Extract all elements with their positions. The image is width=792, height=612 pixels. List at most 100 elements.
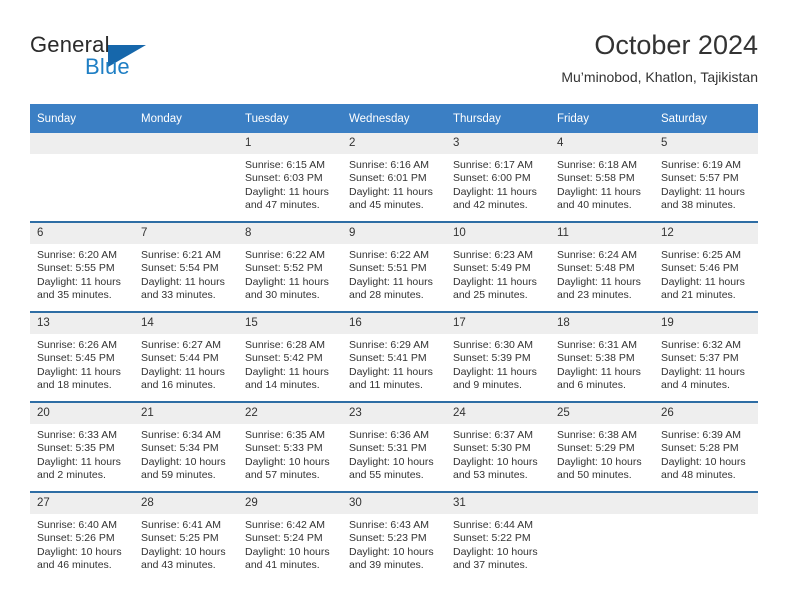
day-details: Sunrise: 6:17 AM Sunset: 6:00 PM Daylight:… [446,154,550,213]
day-cell[interactable]: 2 Sunrise: 6:16 AM Sunset: 6:01 PM Daylight… [342,133,446,222]
day-cell[interactable]: 30 Sunrise: 6:43 AM Sunset: 5:23 PM Dayligh… [342,491,446,581]
day-cell[interactable]: 23 Sunrise: 6:36 AM Sunset: 5:31 PM Dayligh… [342,401,446,492]
sunset-text: Sunset: 5:57 PM [661,172,739,185]
calendar-page: General Blue October 2024 Mu’minobod, Kh… [0,0,792,612]
sunrise-text: Sunrise: 6:36 AM [349,429,429,441]
sunrise-text: Sunrise: 6:27 AM [141,339,221,351]
day-details: Sunrise: 6:41 AM Sunset: 5:25 PM Daylight:… [134,514,238,573]
day-cell[interactable]: 1 Sunrise: 6:15 AM Sunset: 6:03 PM Daylight… [238,133,342,222]
day-cell[interactable]: 21 Sunrise: 6:34 AM Sunset: 5:34 PM Dayligh… [134,401,238,492]
day-cell[interactable]: 28 Sunrise: 6:41 AM Sunset: 5:25 PM Dayligh… [134,491,238,581]
sunrise-text: Sunrise: 6:42 AM [245,519,325,531]
sunset-text: Sunset: 5:46 PM [661,262,739,275]
day-number: 31 [446,493,550,514]
daylight-text-line1: Daylight: 10 hours [245,455,330,468]
sunrise-text: Sunrise: 6:41 AM [141,519,221,531]
day-cell[interactable]: 26 Sunrise: 6:39 AM Sunset: 5:28 PM Dayligh… [654,401,758,492]
day-details: Sunrise: 6:29 AM Sunset: 5:41 PM Daylight:… [342,334,446,393]
sunset-text: Sunset: 5:31 PM [349,442,427,455]
sunset-text: Sunset: 5:33 PM [245,442,323,455]
day-cell[interactable]: 19 Sunrise: 6:32 AM Sunset: 5:37 PM Dayligh… [654,311,758,402]
general-blue-logo[interactable]: General Blue [30,32,210,88]
daylight-text-line2: and 53 minutes. [453,469,528,482]
day-cell[interactable] [550,491,654,581]
day-number: 15 [238,313,342,334]
page-subtitle: Mu’minobod, Khatlon, Tajikistan [561,69,758,85]
day-cell[interactable]: 16 Sunrise: 6:29 AM Sunset: 5:41 PM Dayligh… [342,311,446,402]
day-cell[interactable]: 20 Sunrise: 6:33 AM Sunset: 5:35 PM Dayligh… [30,401,134,492]
weekday-header-saturday: Saturday [654,104,758,133]
day-number [134,133,238,154]
daylight-text-line2: and 23 minutes. [557,289,632,302]
weekday-header-wednesday: Wednesday [342,104,446,133]
day-cell[interactable] [654,491,758,581]
day-number [550,493,654,514]
day-cell[interactable]: 22 Sunrise: 6:35 AM Sunset: 5:33 PM Dayligh… [238,401,342,492]
sunset-text: Sunset: 5:41 PM [349,352,427,365]
calendar-week-row: 20 Sunrise: 6:33 AM Sunset: 5:35 PM Dayligh… [30,401,758,492]
sunset-text: Sunset: 5:44 PM [141,352,219,365]
sunset-text: Sunset: 6:01 PM [349,172,427,185]
daylight-text-line2: and 25 minutes. [453,289,528,302]
daylight-text-line1: Daylight: 11 hours [453,185,537,198]
day-details: Sunrise: 6:38 AM Sunset: 5:29 PM Daylight:… [550,424,654,483]
sunrise-text: Sunrise: 6:21 AM [141,249,221,261]
daylight-text-line1: Daylight: 11 hours [141,275,225,288]
logo-text-blue: Blue [85,54,130,79]
day-cell[interactable]: 15 Sunrise: 6:28 AM Sunset: 5:42 PM Dayligh… [238,311,342,402]
daylight-text-line1: Daylight: 11 hours [661,365,745,378]
sunset-text: Sunset: 5:29 PM [557,442,635,455]
sunrise-text: Sunrise: 6:40 AM [37,519,117,531]
daylight-text-line1: Daylight: 10 hours [557,455,642,468]
daylight-text-line2: and 2 minutes. [37,469,106,482]
sunset-text: Sunset: 5:55 PM [37,262,115,275]
day-cell[interactable]: 3 Sunrise: 6:17 AM Sunset: 6:00 PM Daylight… [446,133,550,222]
day-cell[interactable]: 11 Sunrise: 6:24 AM Sunset: 5:48 PM Dayligh… [550,221,654,312]
daylight-text-line2: and 9 minutes. [453,379,522,392]
day-number: 19 [654,313,758,334]
day-cell[interactable]: 27 Sunrise: 6:40 AM Sunset: 5:26 PM Dayligh… [30,491,134,581]
day-cell[interactable] [30,133,134,222]
day-cell[interactable]: 14 Sunrise: 6:27 AM Sunset: 5:44 PM Dayligh… [134,311,238,402]
daylight-text-line2: and 38 minutes. [661,199,736,212]
day-details: Sunrise: 6:26 AM Sunset: 5:45 PM Daylight:… [30,334,134,393]
daylight-text-line2: and 50 minutes. [557,469,632,482]
day-details: Sunrise: 6:18 AM Sunset: 5:58 PM Daylight:… [550,154,654,213]
sunset-text: Sunset: 5:30 PM [453,442,531,455]
daylight-text-line1: Daylight: 10 hours [349,455,434,468]
day-number: 29 [238,493,342,514]
day-details: Sunrise: 6:20 AM Sunset: 5:55 PM Daylight:… [30,244,134,303]
daylight-text-line2: and 42 minutes. [453,199,528,212]
day-cell[interactable]: 25 Sunrise: 6:38 AM Sunset: 5:29 PM Dayligh… [550,401,654,492]
day-cell[interactable]: 29 Sunrise: 6:42 AM Sunset: 5:24 PM Dayligh… [238,491,342,581]
daylight-text-line2: and 48 minutes. [661,469,736,482]
day-cell[interactable]: 17 Sunrise: 6:30 AM Sunset: 5:39 PM Dayligh… [446,311,550,402]
day-number: 18 [550,313,654,334]
day-cell[interactable]: 24 Sunrise: 6:37 AM Sunset: 5:30 PM Dayligh… [446,401,550,492]
day-cell[interactable]: 5 Sunrise: 6:19 AM Sunset: 5:57 PM Daylight… [654,133,758,222]
sunrise-text: Sunrise: 6:18 AM [557,159,637,171]
day-cell[interactable]: 31 Sunrise: 6:44 AM Sunset: 5:22 PM Dayligh… [446,491,550,581]
day-cell[interactable]: 12 Sunrise: 6:25 AM Sunset: 5:46 PM Dayligh… [654,221,758,312]
day-cell[interactable] [134,133,238,222]
calendar-week-row: 1 Sunrise: 6:15 AM Sunset: 6:03 PM Daylight… [30,133,758,222]
day-cell[interactable]: 10 Sunrise: 6:23 AM Sunset: 5:49 PM Dayligh… [446,221,550,312]
daylight-text-line1: Daylight: 10 hours [141,455,226,468]
day-cell[interactable]: 8 Sunrise: 6:22 AM Sunset: 5:52 PM Daylight… [238,221,342,312]
calendar-body: 1 Sunrise: 6:15 AM Sunset: 6:03 PM Daylight… [30,133,758,581]
day-cell[interactable]: 6 Sunrise: 6:20 AM Sunset: 5:55 PM Daylight… [30,221,134,312]
daylight-text-line1: Daylight: 11 hours [557,365,641,378]
day-details: Sunrise: 6:37 AM Sunset: 5:30 PM Daylight:… [446,424,550,483]
day-cell[interactable]: 13 Sunrise: 6:26 AM Sunset: 5:45 PM Dayligh… [30,311,134,402]
day-number: 22 [238,403,342,424]
day-cell[interactable]: 18 Sunrise: 6:31 AM Sunset: 5:38 PM Dayligh… [550,311,654,402]
daylight-text-line1: Daylight: 11 hours [245,275,329,288]
day-cell[interactable]: 7 Sunrise: 6:21 AM Sunset: 5:54 PM Daylight… [134,221,238,312]
sunset-text: Sunset: 5:38 PM [557,352,635,365]
sunrise-text: Sunrise: 6:19 AM [661,159,741,171]
day-details: Sunrise: 6:19 AM Sunset: 5:57 PM Daylight:… [654,154,758,213]
day-number: 20 [30,403,134,424]
sunset-text: Sunset: 5:39 PM [453,352,531,365]
day-cell[interactable]: 4 Sunrise: 6:18 AM Sunset: 5:58 PM Daylight… [550,133,654,222]
day-cell[interactable]: 9 Sunrise: 6:22 AM Sunset: 5:51 PM Daylight… [342,221,446,312]
